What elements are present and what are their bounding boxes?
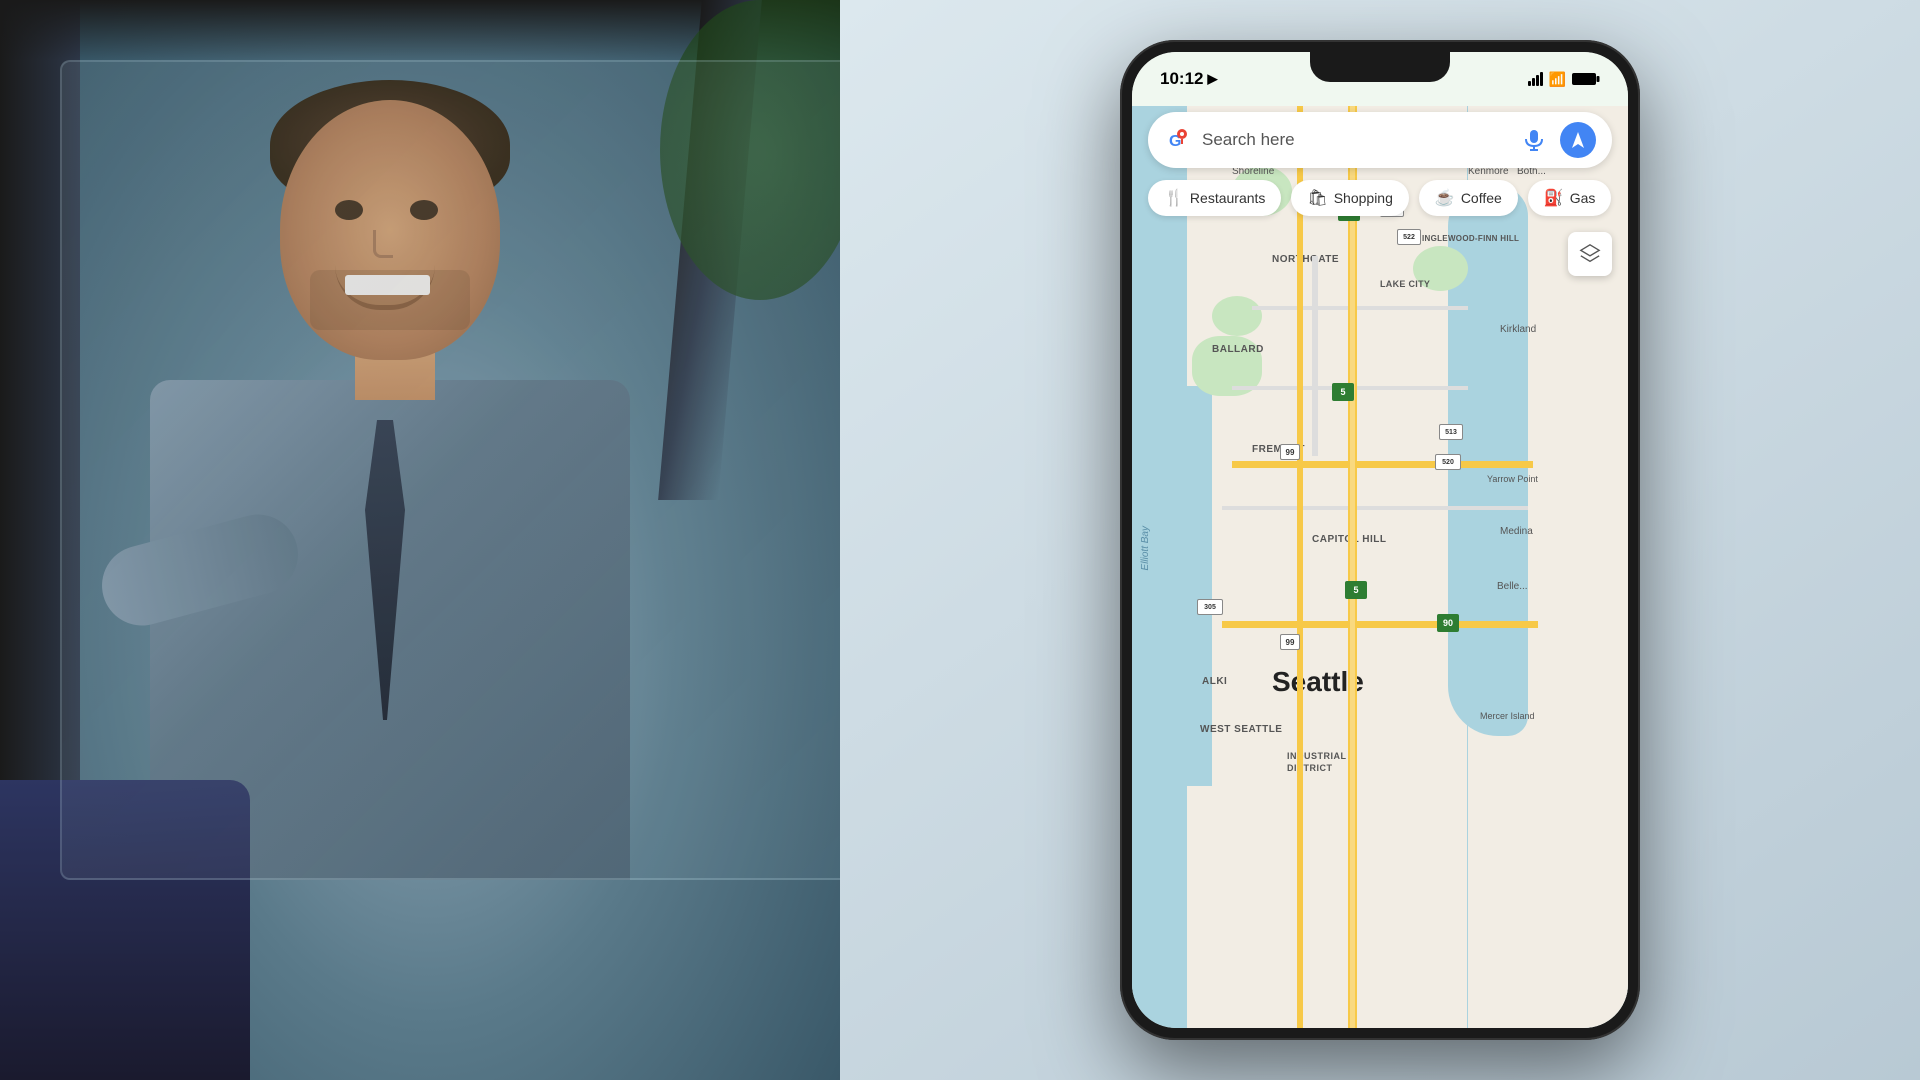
label-kirkland: Kirkland: [1500, 324, 1536, 335]
car-window: [60, 60, 860, 880]
navigation-button[interactable]: [1560, 122, 1596, 158]
neighborhood-ballard: BALLARD: [1212, 344, 1264, 355]
car-background: [0, 0, 860, 1080]
shield-513: 513: [1439, 424, 1463, 440]
label-lake-city: LAKE CITY: [1380, 279, 1430, 289]
shield-520: 520: [1435, 454, 1461, 470]
road-local-1: [1312, 256, 1318, 456]
phone-screen: Elliott Bay BALLARD FREMONT NORTHGATE CA…: [1132, 52, 1628, 1028]
label-bellevue: Belle...: [1497, 581, 1528, 592]
shopping-label: Shopping: [1334, 190, 1393, 206]
signal-icon: [1528, 72, 1543, 86]
category-pills: 🍴 Restaurants 🛍 Shopping ☕ Coffee ⛽ Gas: [1148, 180, 1612, 216]
road-local-4: [1222, 506, 1528, 510]
pill-shopping[interactable]: 🛍 Shopping: [1291, 180, 1408, 216]
status-time: 10:12 ▶: [1160, 69, 1217, 89]
battery-icon: [1572, 72, 1600, 86]
gas-icon: ⛽: [1544, 188, 1564, 208]
map-area[interactable]: Elliott Bay BALLARD FREMONT NORTHGATE CA…: [1132, 106, 1628, 1028]
shield-i5-2: 5: [1332, 383, 1354, 401]
shield-305: 305: [1197, 599, 1223, 615]
road-i5-center: [1350, 106, 1355, 1028]
road-99: [1297, 106, 1303, 1028]
road-90: [1222, 621, 1538, 628]
shield-522: 522: [1397, 229, 1421, 245]
bay-label: Elliott Bay: [1140, 526, 1151, 570]
shield-99-1: 99: [1280, 634, 1300, 650]
coffee-label: Coffee: [1461, 190, 1502, 206]
neighborhood-west-seattle: WEST SEATTLE: [1200, 724, 1282, 735]
shopping-icon: 🛍: [1307, 188, 1327, 208]
neighborhood-northgate: NORTHGATE: [1272, 254, 1339, 265]
shield-i5-3: 5: [1345, 581, 1367, 599]
status-icons: 📶: [1528, 71, 1600, 88]
phone-device: Elliott Bay BALLARD FREMONT NORTHGATE CA…: [1120, 40, 1640, 1040]
coffee-icon: ☕: [1435, 188, 1455, 208]
mic-button[interactable]: [1518, 124, 1550, 156]
google-maps-logo: G: [1164, 126, 1192, 154]
road-local-2: [1252, 306, 1468, 310]
label-yarrow: Yarrow Point: [1487, 474, 1538, 484]
search-placeholder: Search here: [1202, 130, 1508, 150]
restaurants-label: Restaurants: [1190, 190, 1265, 206]
phone-section: Elliott Bay BALLARD FREMONT NORTHGATE CA…: [840, 0, 1920, 1080]
neighborhood-industrial: INDUSTRIALDISTRICT: [1287, 751, 1347, 774]
pill-gas[interactable]: ⛽ Gas: [1528, 180, 1612, 216]
map-land-main: [1187, 106, 1467, 1028]
time-text: 10:12: [1160, 69, 1203, 89]
neighborhood-alki: ALKI: [1202, 676, 1227, 687]
location-icon: ▶: [1207, 71, 1217, 87]
gas-label: Gas: [1570, 190, 1596, 206]
restaurants-icon: 🍴: [1164, 188, 1184, 208]
label-medina: Medina: [1500, 526, 1533, 537]
shield-i90: 90: [1437, 614, 1459, 632]
layers-button[interactable]: [1568, 232, 1612, 276]
road-520: [1232, 461, 1533, 468]
wifi-icon: 📶: [1549, 71, 1566, 88]
label-inglewood: INGLEWOOD-FINN HILL: [1422, 234, 1519, 243]
phone-notch: [1310, 52, 1450, 82]
search-bar[interactable]: G Search here: [1148, 112, 1612, 168]
pill-restaurants[interactable]: 🍴 Restaurants: [1148, 180, 1281, 216]
shield-99-2: 99: [1280, 444, 1300, 460]
label-mercer: Mercer Island: [1480, 711, 1535, 721]
pill-coffee[interactable]: ☕ Coffee: [1419, 180, 1518, 216]
map-green-2: [1212, 296, 1262, 336]
